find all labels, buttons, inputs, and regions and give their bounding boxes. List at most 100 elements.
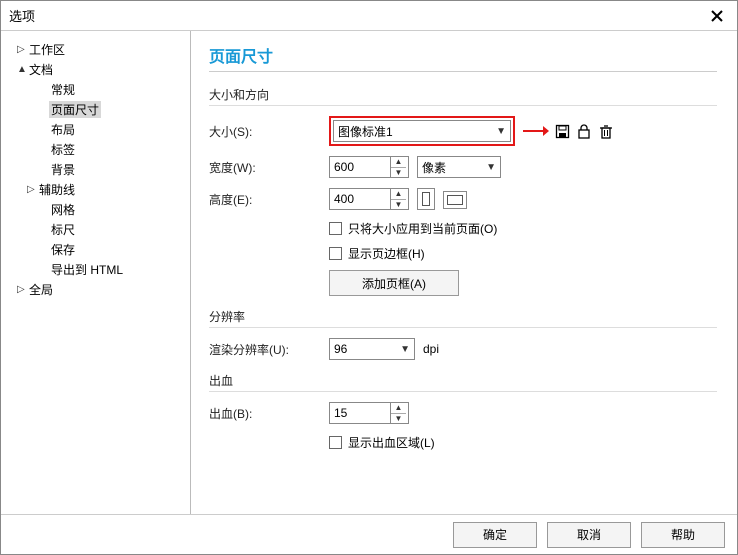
window-title: 选项 — [9, 6, 705, 25]
preset-iconbar — [521, 121, 617, 141]
chevron-down-icon: ▼ — [496, 126, 506, 137]
show-bleed-label: 显示出血区域(L) — [348, 434, 435, 451]
dpi-label: dpi — [423, 342, 439, 356]
tree-item[interactable]: ▷辅助线 — [5, 179, 186, 199]
help-button[interactable]: 帮助 — [641, 522, 725, 548]
options-dialog: 选项 ▷工作区▲文档常规页面尺寸布局标签背景▷辅助线网格标尺保存导出到 HTML… — [0, 0, 738, 555]
width-input[interactable] — [330, 157, 390, 177]
width-unit-value: 像素 — [422, 159, 446, 176]
render-resolution-select[interactable]: 96 ▼ — [329, 338, 415, 360]
orientation-portrait-button[interactable] — [417, 188, 435, 210]
cancel-button[interactable]: 取消 — [547, 522, 631, 548]
width-spinner[interactable]: ▲▼ — [329, 156, 409, 178]
height-input[interactable] — [330, 189, 390, 209]
tree-caret-icon: ▷ — [17, 284, 27, 295]
tree-caret-icon: ▷ — [17, 44, 27, 55]
label-render-resolution: 渲染分辨率(U): — [209, 341, 329, 358]
tree-item[interactable]: 常规 — [5, 79, 186, 99]
page-title: 页面尺寸 — [209, 43, 717, 72]
tree-item[interactable]: ▲文档 — [5, 59, 186, 79]
tree-item[interactable]: 标尺 — [5, 219, 186, 239]
height-spinner[interactable]: ▲▼ — [329, 188, 409, 210]
render-resolution-value: 96 — [334, 342, 347, 356]
tree-item-label: 布局 — [49, 121, 77, 138]
tree-item[interactable]: 保存 — [5, 239, 186, 259]
group-size-orientation: 大小和方向 — [209, 86, 717, 106]
content-pane: 页面尺寸 大小和方向 大小(S): 图像标准1 ▼ — [191, 31, 737, 514]
add-frame-button[interactable]: 添加页框(A) — [329, 270, 459, 296]
dialog-body: ▷工作区▲文档常规页面尺寸布局标签背景▷辅助线网格标尺保存导出到 HTML▷全局… — [1, 31, 737, 514]
tree-item-label: 保存 — [49, 241, 77, 258]
size-highlight: 图像标准1 ▼ — [329, 116, 515, 146]
dialog-footer: 确定 取消 帮助 — [1, 514, 737, 554]
chevron-up-icon[interactable]: ▲ — [391, 157, 406, 168]
tree-item-label: 工作区 — [27, 41, 67, 58]
orientation-landscape-button[interactable] — [443, 191, 467, 209]
close-button[interactable] — [705, 4, 729, 28]
show-bleed-checkbox[interactable] — [329, 436, 342, 449]
chevron-down-icon[interactable]: ▼ — [391, 414, 406, 424]
sidebar-tree[interactable]: ▷工作区▲文档常规页面尺寸布局标签背景▷辅助线网格标尺保存导出到 HTML▷全局 — [1, 31, 191, 514]
size-preset-value: 图像标准1 — [338, 123, 393, 140]
row-bleed: 出血(B): ▲▼ — [209, 402, 717, 424]
row-height: 高度(E): ▲▼ — [209, 188, 717, 210]
bleed-input[interactable] — [330, 403, 390, 423]
lock-icon — [577, 124, 591, 139]
label-size: 大小(S): — [209, 123, 329, 140]
tree-item[interactable]: 页面尺寸 — [5, 99, 186, 119]
chevron-down-icon[interactable]: ▼ — [391, 200, 406, 210]
size-preset-select[interactable]: 图像标准1 ▼ — [333, 120, 511, 142]
ok-button[interactable]: 确定 — [453, 522, 537, 548]
tree-item[interactable]: 导出到 HTML — [5, 259, 186, 279]
apply-current-label: 只将大小应用到当前页面(O) — [348, 220, 497, 237]
label-bleed: 出血(B): — [209, 405, 329, 422]
tree-item[interactable]: 网格 — [5, 199, 186, 219]
bleed-spin-buttons[interactable]: ▲▼ — [390, 403, 406, 423]
chevron-down-icon: ▼ — [400, 344, 410, 355]
arrow-right-icon — [523, 124, 549, 138]
width-unit-select[interactable]: 像素 ▼ — [417, 156, 501, 178]
tree-item-label: 文档 — [27, 61, 55, 78]
tree-item[interactable]: 标签 — [5, 139, 186, 159]
label-width: 宽度(W): — [209, 159, 329, 176]
chevron-down-icon: ▼ — [486, 162, 496, 173]
chevron-up-icon[interactable]: ▲ — [391, 189, 406, 200]
tree-item-label: 背景 — [49, 161, 77, 178]
trash-icon — [599, 124, 613, 139]
save-icon — [555, 124, 570, 139]
row-apply-current: 只将大小应用到当前页面(O) — [329, 220, 717, 237]
delete-preset-button[interactable] — [596, 121, 616, 141]
width-spin-buttons[interactable]: ▲▼ — [390, 157, 406, 177]
label-height: 高度(E): — [209, 191, 329, 208]
tree-item-label: 全局 — [27, 281, 55, 298]
height-spin-buttons[interactable]: ▲▼ — [390, 189, 406, 209]
tree-item-label: 标签 — [49, 141, 77, 158]
apply-current-checkbox[interactable] — [329, 222, 342, 235]
show-frame-label: 显示页边框(H) — [348, 245, 425, 262]
row-render-resolution: 渲染分辨率(U): 96 ▼ dpi — [209, 338, 717, 360]
tree-item-label: 辅助线 — [37, 181, 77, 198]
close-icon — [710, 9, 724, 23]
group-bleed: 出血 — [209, 372, 717, 392]
tree-item[interactable]: ▷工作区 — [5, 39, 186, 59]
row-width: 宽度(W): ▲▼ 像素 ▼ — [209, 156, 717, 178]
tree-caret-icon: ▲ — [17, 64, 27, 75]
row-show-bleed: 显示出血区域(L) — [329, 434, 717, 451]
tree-item[interactable]: ▷全局 — [5, 279, 186, 299]
tree-item-label: 标尺 — [49, 221, 77, 238]
tree-item[interactable]: 布局 — [5, 119, 186, 139]
lock-preset-button[interactable] — [574, 121, 594, 141]
titlebar: 选项 — [1, 1, 737, 31]
tree-caret-icon: ▷ — [27, 184, 37, 195]
tree-item-label: 导出到 HTML — [49, 261, 125, 278]
bleed-spinner[interactable]: ▲▼ — [329, 402, 409, 424]
tree-item-label: 页面尺寸 — [49, 101, 101, 118]
row-size: 大小(S): 图像标准1 ▼ — [209, 116, 717, 146]
row-show-frame: 显示页边框(H) — [329, 245, 717, 262]
save-preset-button[interactable] — [552, 121, 572, 141]
tree-item[interactable]: 背景 — [5, 159, 186, 179]
show-frame-checkbox[interactable] — [329, 247, 342, 260]
chevron-down-icon[interactable]: ▼ — [391, 168, 406, 178]
tree-item-label: 网格 — [49, 201, 77, 218]
chevron-up-icon[interactable]: ▲ — [391, 403, 406, 414]
